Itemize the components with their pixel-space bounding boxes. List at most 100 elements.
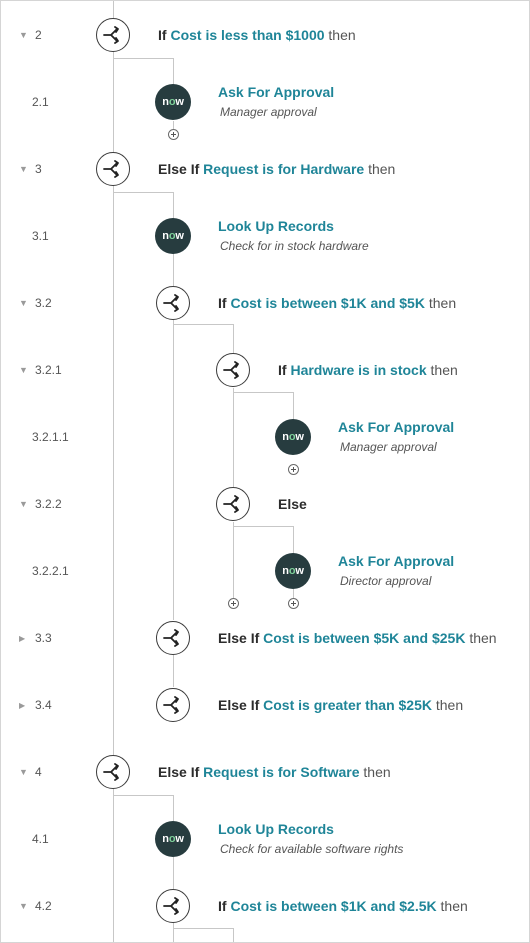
flow-step-4-2[interactable]: 4.2 If Cost is between $1K and $2.5K the… <box>1 876 529 936</box>
step-keyword: If <box>218 295 227 311</box>
step-label: Else If Cost is greater than $25K then <box>218 696 463 714</box>
step-keyword-then: then <box>430 362 458 378</box>
caret-down-icon[interactable] <box>19 767 29 777</box>
flow-logic-branch-icon[interactable] <box>156 286 190 320</box>
step-number-text: 3.3 <box>35 631 52 645</box>
flow-step-3-2-2[interactable]: 3.2.2 Else <box>1 474 529 534</box>
step-number-text: 3.2.1.1 <box>32 430 69 444</box>
condition-link[interactable]: Request is for Software <box>203 764 359 780</box>
flow-logic-branch-icon[interactable] <box>216 487 250 521</box>
condition-link[interactable]: Cost is between $5K and $25K <box>263 630 465 646</box>
flow-step-3-2[interactable]: 3.2 If Cost is between $1K and $5K then <box>1 273 529 333</box>
step-label: Else If Request is for Hardware then <box>158 160 395 178</box>
step-keyword-then: then <box>368 161 396 177</box>
flow-logic-branch-icon[interactable] <box>216 353 250 387</box>
step-number: 4.2 <box>19 876 52 936</box>
flow-step-3-2-1[interactable]: 3.2.1 If Hardware is in stock then <box>1 340 529 400</box>
servicenow-logo[interactable]: now <box>155 218 191 254</box>
action-description: Check for in stock hardware <box>220 239 369 253</box>
caret-down-icon[interactable] <box>19 499 29 509</box>
flow-step-4-1[interactable]: 4.1 now Look Up Records Check for availa… <box>1 809 529 869</box>
flow-step-3-2-1-1[interactable]: 3.2.1.1 now Ask For Approval Manager app… <box>1 407 529 467</box>
step-keyword-then: then <box>469 630 497 646</box>
step-number: 3.4 <box>19 675 52 735</box>
step-number-text: 3.4 <box>35 698 52 712</box>
step-number: 2 <box>19 5 42 65</box>
caret-down-icon[interactable] <box>19 164 29 174</box>
flow-step-2-1[interactable]: 2.1 now Ask For Approval Manager approva… <box>1 72 529 132</box>
step-keyword: If <box>218 898 227 914</box>
logo-letter: w <box>295 431 304 443</box>
caret-down-icon[interactable] <box>19 298 29 308</box>
flow-logic-branch-icon[interactable] <box>96 152 130 186</box>
condition-link[interactable]: Cost is between $1K and $2.5K <box>230 898 436 914</box>
step-number: 3.3 <box>19 608 52 668</box>
step-number-text: 3.2.2.1 <box>32 564 69 578</box>
logo-letter: w <box>175 230 184 242</box>
flow-step-3-4[interactable]: 3.4 Else If Cost is greater than $25K th… <box>1 675 529 735</box>
step-number-text: 3 <box>35 162 42 176</box>
step-label: If Cost is between $1K and $5K then <box>218 294 456 312</box>
step-keyword: Else If <box>158 161 200 177</box>
flow-step-3[interactable]: 3 Else If Request is for Hardware then <box>1 139 529 199</box>
servicenow-logo[interactable]: now <box>155 821 191 857</box>
caret-right-icon[interactable] <box>19 633 29 643</box>
step-keyword-then: then <box>440 898 468 914</box>
step-number: 3.2.2 <box>19 474 62 534</box>
flow-logic-branch-icon[interactable] <box>156 621 190 655</box>
condition-link[interactable]: Cost is less than $1000 <box>170 27 324 43</box>
action-title[interactable]: Look Up Records <box>218 218 334 234</box>
flow-designer-canvas: 2 If Cost is less than $1000 then 2.1 no… <box>0 0 530 943</box>
caret-down-icon[interactable] <box>19 901 29 911</box>
action-title[interactable]: Look Up Records <box>218 821 334 837</box>
condition-link[interactable]: Hardware is in stock <box>290 362 426 378</box>
action-title[interactable]: Ask For Approval <box>338 419 454 435</box>
step-number: 3 <box>19 139 42 199</box>
action-title[interactable]: Ask For Approval <box>338 553 454 569</box>
flow-step-2[interactable]: 2 If Cost is less than $1000 then <box>1 5 529 65</box>
condition-link[interactable]: Request is for Hardware <box>203 161 364 177</box>
step-number-text: 4.2 <box>35 899 52 913</box>
step-number-text: 3.2.2 <box>35 497 62 511</box>
step-label: If Cost is less than $1000 then <box>158 26 356 44</box>
step-number-text: 3.1 <box>32 229 49 243</box>
condition-link[interactable]: Cost is between $1K and $5K <box>230 295 425 311</box>
step-number-text: 3.2.1 <box>35 363 62 377</box>
step-keyword: If <box>158 27 167 43</box>
flow-logic-branch-icon[interactable] <box>96 755 130 789</box>
servicenow-logo[interactable]: now <box>155 84 191 120</box>
condition-link[interactable]: Cost is greater than $25K <box>263 697 432 713</box>
step-label: If Cost is between $1K and $2.5K then <box>218 897 468 915</box>
servicenow-logo[interactable]: now <box>275 419 311 455</box>
step-keyword: Else If <box>218 697 260 713</box>
step-number: 3.2.1.1 <box>32 407 69 467</box>
flow-logic-branch-icon[interactable] <box>156 688 190 722</box>
action-description: Manager approval <box>340 440 437 454</box>
step-keyword-then: then <box>328 27 356 43</box>
flow-step-3-2-2-1[interactable]: 3.2.2.1 now Ask For Approval Director ap… <box>1 541 529 601</box>
step-number: 4 <box>19 742 42 802</box>
flow-step-3-1[interactable]: 3.1 now Look Up Records Check for in sto… <box>1 206 529 266</box>
step-number-text: 3.2 <box>35 296 52 310</box>
flow-step-4[interactable]: 4 Else If Request is for Software then <box>1 742 529 802</box>
logo-letter: w <box>295 565 304 577</box>
caret-right-icon[interactable] <box>19 700 29 710</box>
step-number-text: 4.1 <box>32 832 49 846</box>
step-keyword-then: then <box>363 764 391 780</box>
step-number: 3.2.1 <box>19 340 62 400</box>
step-label: Else <box>278 495 307 513</box>
step-keyword-then: then <box>428 295 457 311</box>
flow-logic-branch-icon[interactable] <box>156 889 190 923</box>
logo-letter: w <box>175 96 184 108</box>
step-number: 4.1 <box>32 809 49 869</box>
action-title[interactable]: Ask For Approval <box>218 84 334 100</box>
step-label: If Hardware is in stock then <box>278 361 458 379</box>
step-number: 2.1 <box>32 72 49 132</box>
step-number: 3.2 <box>19 273 52 333</box>
step-label: Else If Request is for Software then <box>158 763 391 781</box>
flow-logic-branch-icon[interactable] <box>96 18 130 52</box>
caret-down-icon[interactable] <box>19 365 29 375</box>
caret-down-icon[interactable] <box>19 30 29 40</box>
servicenow-logo[interactable]: now <box>275 553 311 589</box>
flow-step-3-3[interactable]: 3.3 Else If Cost is between $5K and $25K… <box>1 608 529 668</box>
